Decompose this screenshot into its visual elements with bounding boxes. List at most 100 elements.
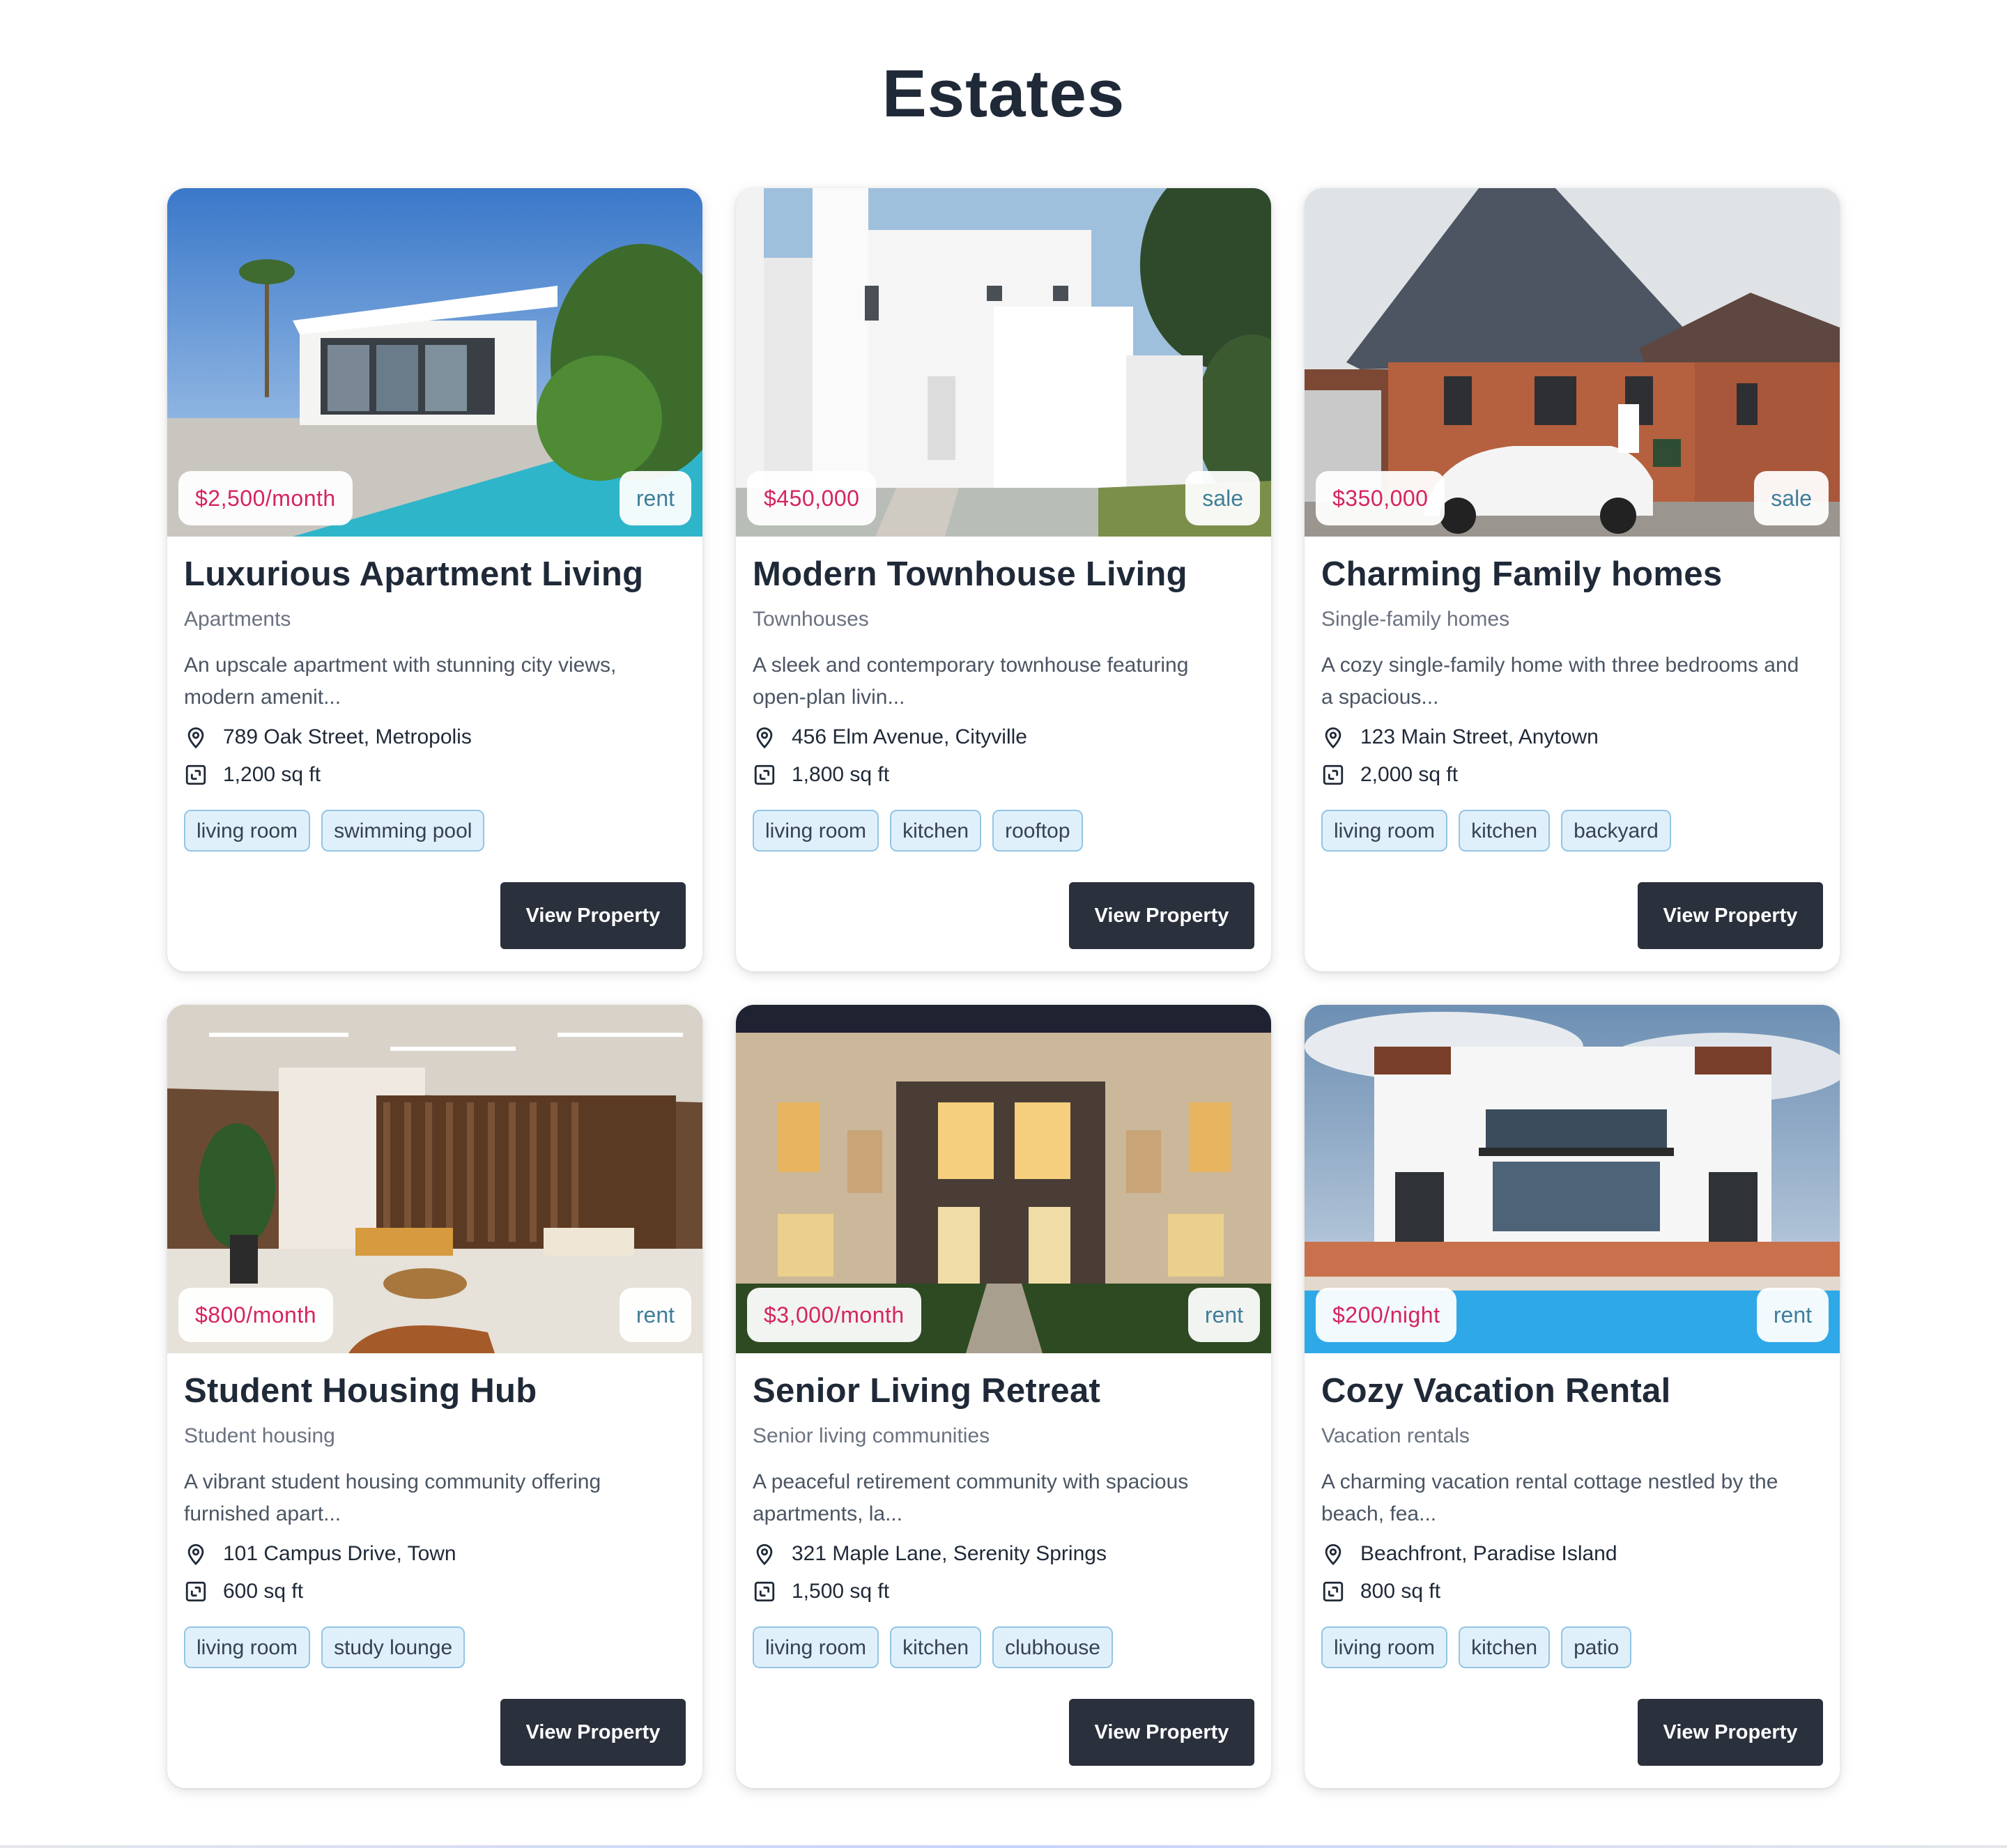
square-footage-icon [754, 1581, 775, 1602]
address-row: 101 Campus Drive, Town [184, 1540, 686, 1568]
property-category: Senior living communities [753, 1424, 990, 1447]
property-area: 2,000 sq ft [1360, 763, 1459, 786]
area-row: 800 sq ft [1321, 1578, 1823, 1606]
listing-type-badge: sale [1754, 471, 1829, 525]
listing-type-badge: rent [619, 471, 691, 525]
square-footage-icon [1323, 1581, 1344, 1602]
price-badge: $3,000/month [747, 1288, 921, 1342]
property-description: A vibrant student housing community offe… [184, 1470, 601, 1525]
property-card: $200/night rent Cozy Vacation Rental Vac… [1305, 1005, 1840, 1788]
estates-grid: $2,500/month rent Luxurious Apartment Li… [167, 188, 1840, 1788]
amenity-tags: living room kitchen clubhouse [753, 1626, 1254, 1668]
property-address: Beachfront, Paradise Island [1360, 1542, 1617, 1565]
property-category: Vacation rentals [1321, 1424, 1470, 1447]
property-title[interactable]: Charming Family homes [1321, 555, 1823, 594]
price-badge: $350,000 [1316, 471, 1445, 525]
property-area: 800 sq ft [1360, 1580, 1441, 1603]
property-area: 1,200 sq ft [223, 763, 321, 786]
map-pin-icon [756, 727, 773, 749]
amenity-tags: living room swimming pool [184, 810, 686, 852]
amenity-tag: living room [1321, 1626, 1448, 1668]
property-category: Townhouses [753, 608, 869, 631]
property-address: 101 Campus Drive, Town [223, 1542, 456, 1565]
amenity-tag: clubhouse [992, 1626, 1113, 1668]
property-title[interactable]: Senior Living Retreat [753, 1371, 1254, 1410]
map-pin-icon [187, 1543, 204, 1566]
amenity-tag: rooftop [992, 810, 1083, 852]
address-row: 456 Elm Avenue, Cityville [753, 723, 1254, 751]
square-footage-icon [1323, 764, 1344, 785]
property-title[interactable]: Cozy Vacation Rental [1321, 1371, 1823, 1410]
amenity-tag: kitchen [890, 810, 982, 852]
view-property-button[interactable]: View Property [1069, 1699, 1254, 1766]
amenity-tag: study lounge [321, 1626, 466, 1668]
listing-type-badge: rent [1187, 1288, 1260, 1342]
property-photo[interactable]: $200/night rent [1305, 1005, 1840, 1353]
property-photo[interactable]: $3,000/month rent [736, 1005, 1271, 1353]
property-photo[interactable]: $450,000 sale [736, 188, 1271, 537]
property-card: $450,000 sale Modern Townhouse Living To… [736, 188, 1271, 971]
property-description: A charming vacation rental cottage nestl… [1321, 1470, 1778, 1525]
property-address: 456 Elm Avenue, Cityville [792, 725, 1027, 748]
map-pin-icon [756, 1543, 773, 1566]
view-property-button[interactable]: View Property [500, 882, 686, 949]
property-title[interactable]: Student Housing Hub [184, 1371, 686, 1410]
property-photo[interactable]: $350,000 sale [1305, 188, 1840, 537]
square-footage-icon [754, 764, 775, 785]
map-pin-icon [1325, 727, 1341, 749]
map-pin-icon [1325, 1543, 1341, 1566]
amenity-tag: living room [753, 1626, 879, 1668]
amenity-tags: living room kitchen patio [1321, 1626, 1823, 1668]
property-address: 789 Oak Street, Metropolis [223, 725, 472, 748]
area-row: 600 sq ft [184, 1578, 686, 1606]
amenity-tag: kitchen [1459, 810, 1551, 852]
property-address: 321 Maple Lane, Serenity Springs [792, 1542, 1107, 1565]
amenity-tag: kitchen [1459, 1626, 1551, 1668]
listing-type-badge: sale [1185, 471, 1260, 525]
price-badge: $200/night [1316, 1288, 1457, 1342]
property-title[interactable]: Modern Townhouse Living [753, 555, 1254, 594]
address-row: Beachfront, Paradise Island [1321, 1540, 1823, 1568]
property-description: An upscale apartment with stunning city … [184, 654, 617, 709]
address-row: 789 Oak Street, Metropolis [184, 723, 686, 751]
price-badge: $450,000 [747, 471, 877, 525]
property-photo[interactable]: $800/month rent [167, 1005, 702, 1353]
amenity-tag: living room [184, 1626, 311, 1668]
area-row: 2,000 sq ft [1321, 761, 1823, 789]
amenity-tag: swimming pool [321, 810, 485, 852]
property-area: 1,500 sq ft [792, 1580, 890, 1603]
amenity-tags: living room study lounge [184, 1626, 686, 1668]
amenity-tag: living room [1321, 810, 1448, 852]
property-description: A cozy single-family home with three bed… [1321, 654, 1799, 709]
property-address: 123 Main Street, Anytown [1360, 725, 1599, 748]
price-badge: $800/month [178, 1288, 334, 1342]
property-card: $3,000/month rent Senior Living Retreat … [736, 1005, 1271, 1788]
area-row: 1,200 sq ft [184, 761, 686, 789]
property-description: A sleek and contemporary townhouse featu… [753, 654, 1189, 709]
area-row: 1,500 sq ft [753, 1578, 1254, 1606]
property-card: $2,500/month rent Luxurious Apartment Li… [167, 188, 702, 971]
property-photo[interactable]: $2,500/month rent [167, 188, 702, 537]
map-pin-icon [187, 727, 204, 749]
amenity-tags: living room kitchen backyard [1321, 810, 1823, 852]
page-bottom-divider [0, 1845, 2007, 1848]
property-card: $800/month rent Student Housing Hub Stud… [167, 1005, 702, 1788]
property-title[interactable]: Luxurious Apartment Living [184, 555, 686, 594]
amenity-tag: backyard [1561, 810, 1671, 852]
amenity-tag: kitchen [890, 1626, 982, 1668]
listing-type-badge: rent [619, 1288, 691, 1342]
listing-type-badge: rent [1756, 1288, 1829, 1342]
address-row: 321 Maple Lane, Serenity Springs [753, 1540, 1254, 1568]
amenity-tag: living room [753, 810, 879, 852]
property-area: 600 sq ft [223, 1580, 304, 1603]
view-property-button[interactable]: View Property [500, 1699, 686, 1766]
view-property-button[interactable]: View Property [1638, 882, 1823, 949]
address-row: 123 Main Street, Anytown [1321, 723, 1823, 751]
property-category: Student housing [184, 1424, 335, 1447]
view-property-button[interactable]: View Property [1638, 1699, 1823, 1766]
property-area: 1,800 sq ft [792, 763, 890, 786]
property-card: $350,000 sale Charming Family homes Sing… [1305, 188, 1840, 971]
price-badge: $2,500/month [178, 471, 353, 525]
view-property-button[interactable]: View Property [1069, 882, 1254, 949]
square-footage-icon [185, 1581, 206, 1602]
